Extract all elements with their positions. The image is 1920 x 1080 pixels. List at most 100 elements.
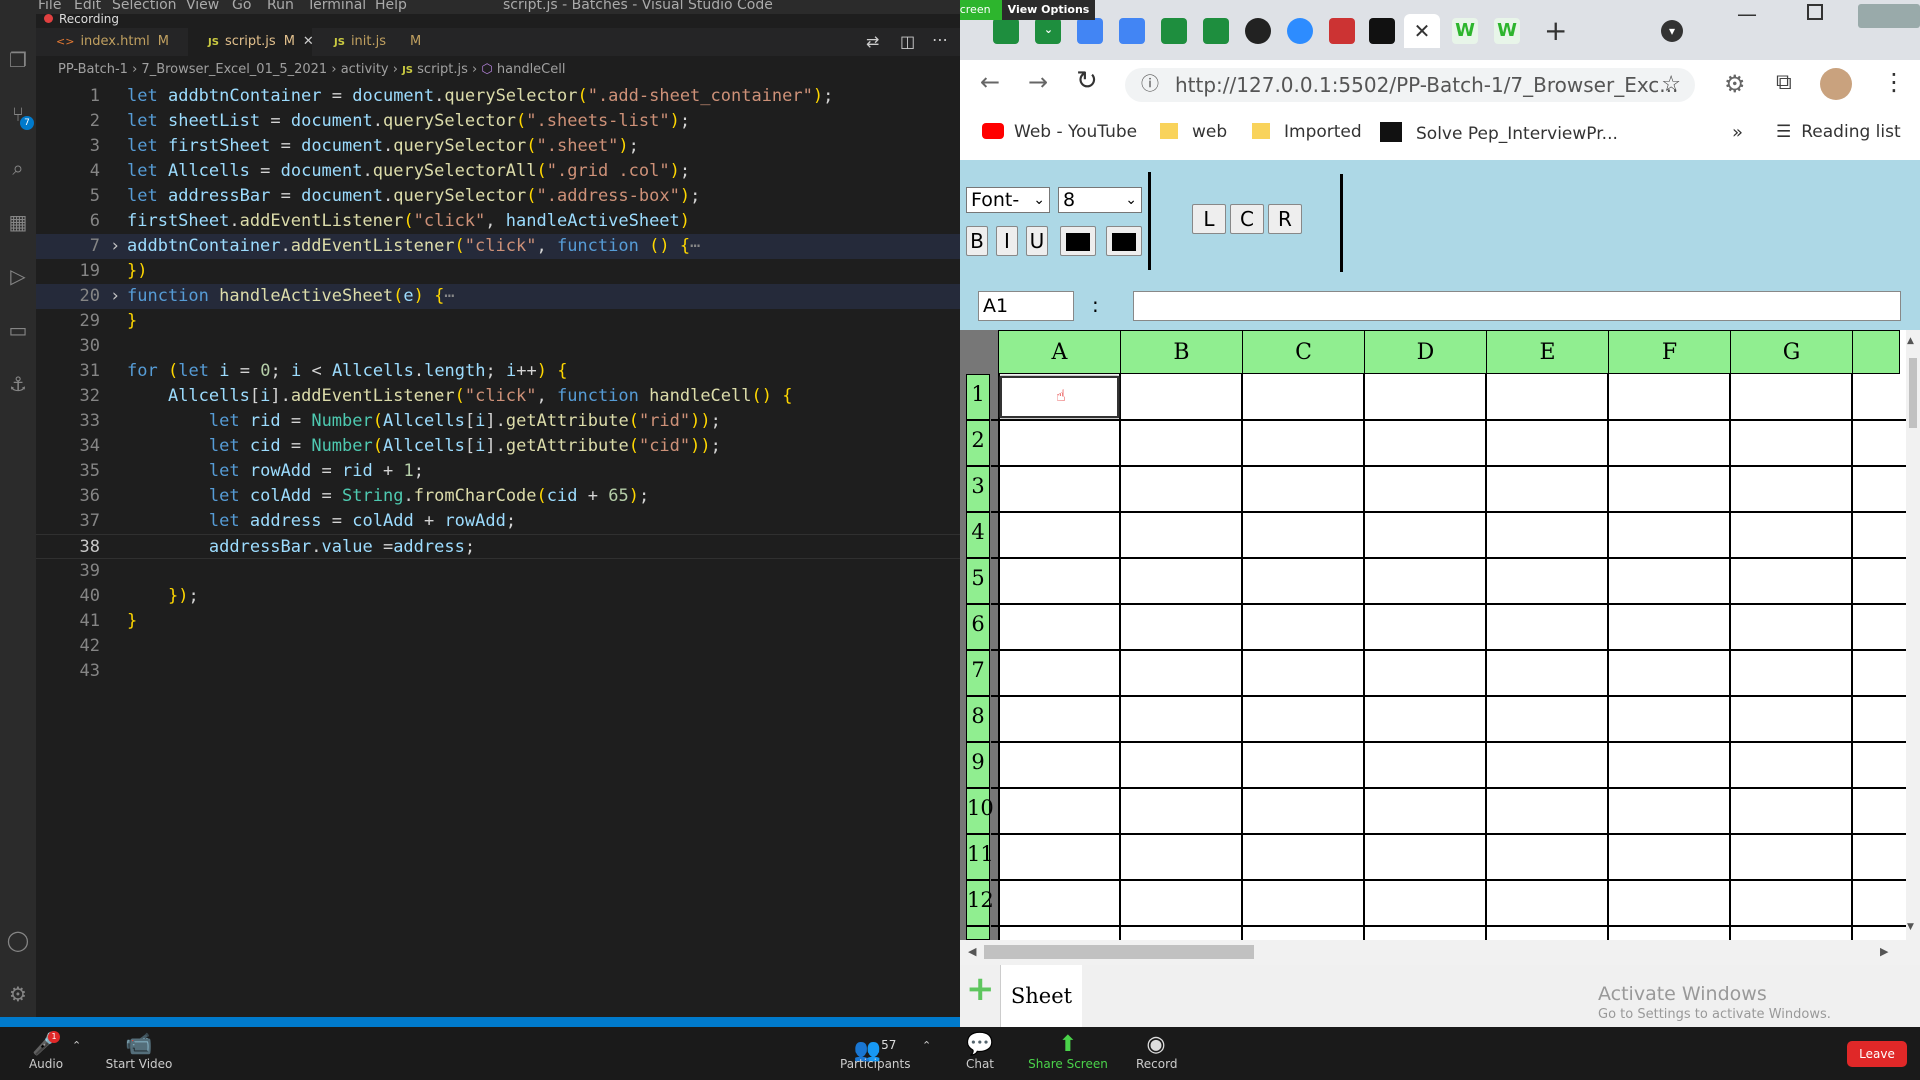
row-header[interactable]: 9 xyxy=(966,742,990,788)
minimize-icon[interactable]: — xyxy=(1737,2,1757,26)
column-header[interactable]: E xyxy=(1486,330,1609,374)
chevron-up-icon[interactable]: ⌃ xyxy=(72,1039,81,1052)
align-center-button[interactable]: C xyxy=(1230,204,1264,234)
add-sheet-button[interactable]: + xyxy=(966,969,995,1009)
close-tab-icon[interactable]: ✕ xyxy=(1404,14,1440,48)
explorer-icon[interactable]: ❐ xyxy=(6,48,30,72)
row-header[interactable]: 8 xyxy=(966,696,990,742)
site-info-icon[interactable]: ⓘ xyxy=(1141,68,1159,102)
run-debug-icon[interactable]: ▷ xyxy=(6,264,30,288)
column-header[interactable]: G xyxy=(1730,330,1853,374)
extensions-puzzle-icon[interactable]: ⧉ xyxy=(1776,70,1792,95)
zoom-view-widget[interactable] xyxy=(1858,4,1920,28)
column-header[interactable]: D xyxy=(1364,330,1487,374)
sheet-tab[interactable]: Sheet 1 xyxy=(1000,965,1082,1027)
menu-go[interactable]: Go xyxy=(232,0,251,13)
menu-run[interactable]: Run xyxy=(267,0,294,13)
scroll-down-arrow-icon[interactable]: ▼ xyxy=(1907,922,1914,932)
row-header[interactable]: 3 xyxy=(966,466,990,512)
more-actions-icon[interactable]: ⋯ xyxy=(932,30,948,49)
row-header[interactable]: 4 xyxy=(966,512,990,558)
formula-input[interactable] xyxy=(1133,291,1901,321)
align-left-button[interactable]: L xyxy=(1192,204,1226,234)
menu-help[interactable]: Help xyxy=(375,0,407,13)
docs-tab-icon[interactable] xyxy=(1077,18,1103,44)
menu-selection[interactable]: Selection xyxy=(112,0,177,13)
w3schools-tab-icon[interactable]: W xyxy=(1452,18,1478,44)
bookmark-web[interactable]: web xyxy=(1160,122,1227,142)
column-header[interactable]: B xyxy=(1120,330,1243,374)
bookmark-youtube[interactable]: Web - YouTube xyxy=(982,122,1137,142)
share-screen-button[interactable]: ⬆ Share Screen xyxy=(1028,1033,1108,1072)
scroll-up-arrow-icon[interactable]: ▲ xyxy=(1907,336,1914,346)
close-icon[interactable]: ✕ xyxy=(303,34,314,49)
breadcrumb-item[interactable]: PP-Batch-1 xyxy=(58,62,128,77)
maximize-icon[interactable] xyxy=(1807,4,1823,20)
text-color-button[interactable] xyxy=(1060,226,1096,256)
sheets-tab-icon[interactable] xyxy=(993,18,1019,44)
column-header[interactable]: C xyxy=(1242,330,1365,374)
column-header[interactable]: A xyxy=(998,330,1121,374)
search-icon[interactable]: ⌕ xyxy=(6,156,30,180)
forward-icon[interactable]: → xyxy=(1028,68,1048,96)
italic-button[interactable]: I xyxy=(996,226,1018,256)
row-header[interactable]: 5 xyxy=(966,558,990,604)
menu-view[interactable]: View xyxy=(186,0,219,13)
tab-script-js[interactable]: JS script.js M ✕ xyxy=(188,28,314,56)
url-bar[interactable]: ⓘ http://127.0.0.1:5502/PP-Batch-1/7_Bro… xyxy=(1125,68,1695,102)
reload-icon[interactable]: ↻ xyxy=(1076,66,1098,96)
app-tab-icon[interactable] xyxy=(1369,18,1395,44)
horizontal-scrollbar[interactable]: ◀ ▶ xyxy=(960,940,1920,965)
scroll-left-arrow-icon[interactable]: ◀ xyxy=(968,945,976,958)
audio-button[interactable]: 🎤 Audio 1 xyxy=(24,1031,68,1071)
breadcrumb-item[interactable]: handleCell xyxy=(497,62,566,77)
new-tab-icon[interactable]: + xyxy=(1544,14,1567,47)
row-header[interactable]: 12 xyxy=(966,880,994,926)
settings-gear-icon[interactable]: ⚙ xyxy=(6,982,30,1006)
breadcrumb-item[interactable]: 7_Browser_Excel_01_5_2021 xyxy=(141,62,327,77)
docker-icon[interactable]: ⚓ xyxy=(6,372,30,396)
font-size-select[interactable]: 8 ⌄ xyxy=(1058,187,1142,213)
remote-explorer-icon[interactable]: ▭ xyxy=(6,318,30,342)
start-video-button[interactable]: 📹 Start Video xyxy=(104,1033,174,1072)
code-editor[interactable]: 1 let addbtnContainer = document.querySel… xyxy=(36,82,960,1017)
docs-tab-icon[interactable] xyxy=(1119,18,1145,44)
font-family-select[interactable]: Font- ⌄ xyxy=(966,187,1050,213)
bookmark-star-icon[interactable]: ☆ xyxy=(1661,68,1681,102)
scrollbar-thumb[interactable] xyxy=(1909,358,1917,428)
scroll-right-arrow-icon[interactable]: ▶ xyxy=(1880,945,1888,958)
row-header[interactable]: 10 xyxy=(966,788,994,834)
column-header[interactable]: F xyxy=(1608,330,1731,374)
profile-avatar[interactable] xyxy=(1820,68,1852,100)
bookmark-pepcoding[interactable]: Solve Pep_InterviewPr... xyxy=(1380,122,1618,144)
row-header[interactable]: 7 xyxy=(966,650,990,696)
tab-index-html[interactable]: <> index.html M xyxy=(36,28,186,56)
account-icon[interactable]: ◯ xyxy=(6,928,30,952)
fold-chevron-icon[interactable]: › xyxy=(110,284,120,309)
github-tab-icon[interactable] xyxy=(1245,18,1271,44)
scrollbar-thumb[interactable] xyxy=(984,945,1254,959)
vertical-scrollbar[interactable]: ▲ ▼ xyxy=(1906,330,1920,940)
chat-button[interactable]: 💬 Chat xyxy=(960,1033,1000,1072)
record-button[interactable]: ◉ Record xyxy=(1136,1033,1177,1072)
compare-changes-icon[interactable]: ⇄ xyxy=(866,32,879,51)
active-cell-a1[interactable]: ☝ xyxy=(1000,376,1119,418)
row-header[interactable]: 6 xyxy=(966,604,990,650)
participants-button[interactable]: 👥57 Participants xyxy=(840,1033,911,1071)
app-tab-icon[interactable] xyxy=(1329,18,1355,44)
view-options-button[interactable]: View Options ⌄ xyxy=(1002,0,1095,36)
sheets-tab-icon[interactable] xyxy=(1161,18,1187,44)
tab-search-icon[interactable]: ▾ xyxy=(1661,20,1683,42)
zoom-tab-icon[interactable] xyxy=(1287,18,1313,44)
w3schools-tab-icon[interactable]: W xyxy=(1494,18,1520,44)
browser-menu-icon[interactable]: ⋮ xyxy=(1882,68,1906,96)
menu-terminal[interactable]: Terminal xyxy=(307,0,366,13)
bold-button[interactable]: B xyxy=(966,226,988,256)
bookmarks-overflow[interactable]: » xyxy=(1732,122,1743,143)
back-icon[interactable]: ← xyxy=(980,68,1000,96)
bookmark-imported[interactable]: Imported xyxy=(1252,122,1362,142)
align-right-button[interactable]: R xyxy=(1268,204,1302,234)
breadcrumb-item[interactable]: script.js xyxy=(417,62,468,77)
chevron-up-icon[interactable]: ⌃ xyxy=(922,1039,931,1052)
extension-gear-icon[interactable]: ⚙ xyxy=(1724,70,1746,98)
